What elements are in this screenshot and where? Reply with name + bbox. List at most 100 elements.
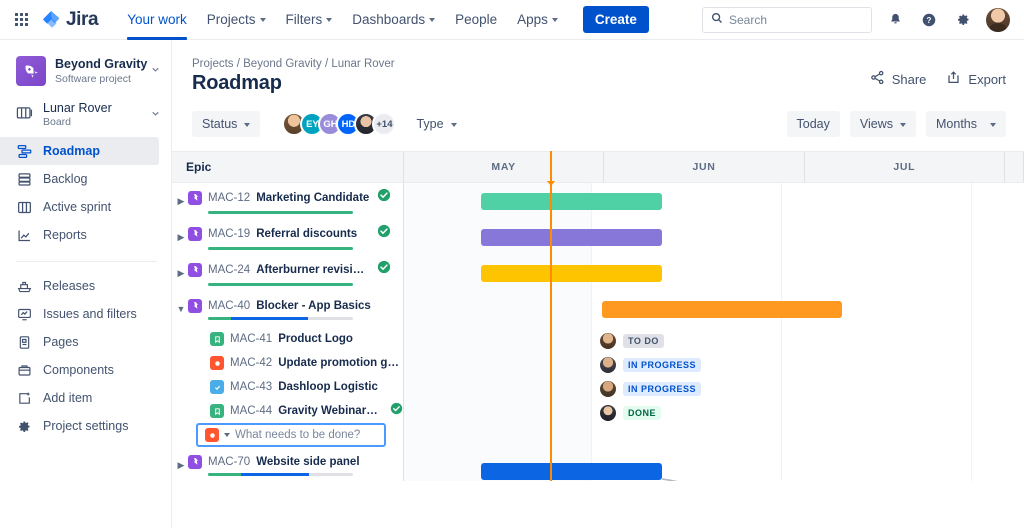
chevron-down-icon[interactable]	[150, 106, 161, 124]
sidebar-board-header[interactable]: Lunar Rover Board	[0, 94, 171, 135]
nav-item-filters[interactable]: Filters	[277, 0, 342, 40]
today-button[interactable]: Today	[786, 111, 840, 137]
nav-right-actions: ?	[702, 6, 1010, 33]
child-issue-row[interactable]: MAC-43 Dashloop Logistic	[172, 375, 403, 399]
child-issue-row[interactable]: MAC-41 Product Logo	[172, 327, 403, 351]
bug-icon[interactable]	[205, 428, 219, 442]
sidebar-nav-primary: Roadmap Backlog Active sprint Reports	[0, 137, 171, 249]
collapse-chevron-icon[interactable]: ▼	[174, 297, 188, 321]
timeline-bar-mac-12[interactable]	[481, 193, 662, 210]
create-button[interactable]: Create	[582, 6, 649, 33]
epic-row[interactable]: ▶ MAC-12 Marketing Candidate	[172, 183, 403, 219]
sidebar-board-name: Lunar Rover	[43, 101, 112, 115]
sidebar-item-releases[interactable]: Releases	[0, 272, 159, 300]
status-filter-button[interactable]: Status	[192, 111, 261, 137]
sidebar-item-label: Releases	[43, 279, 96, 294]
search-box[interactable]	[702, 6, 872, 33]
issues-filter-icon	[16, 306, 32, 322]
epic-icon	[188, 262, 202, 277]
sidebar-project-header[interactable]: Beyond Gravity Software project	[0, 52, 171, 90]
child-issue-row[interactable]: MAC-42 Update promotion groups	[172, 351, 403, 375]
jira-home-link[interactable]: Jira	[42, 9, 99, 31]
timescale-button[interactable]: Months	[926, 111, 1006, 137]
child-status-mac-41[interactable]: TO DO	[600, 333, 664, 349]
sidebar-item-add-item[interactable]: Add item	[0, 384, 159, 412]
views-button[interactable]: Views	[849, 111, 916, 137]
sidebar-item-label: Components	[43, 363, 114, 378]
share-button[interactable]: Share	[870, 70, 926, 88]
sidebar-item-issues-and-filters[interactable]: Issues and filters	[0, 300, 159, 328]
help-circle-icon[interactable]: ?	[918, 9, 940, 31]
expand-chevron-icon[interactable]: ▶	[174, 453, 188, 477]
child-issue-row[interactable]: MAC-44 Gravity Webinar Blog	[172, 399, 403, 423]
nav-item-people[interactable]: People	[446, 0, 506, 40]
nav-item-dashboards[interactable]: Dashboards	[343, 0, 444, 40]
child-status-mac-44[interactable]: DONE	[600, 405, 662, 421]
app-switcher-icon[interactable]	[10, 9, 32, 31]
sidebar-item-components[interactable]: Components	[0, 356, 159, 384]
components-icon	[16, 362, 32, 378]
chevron-down-icon[interactable]	[224, 433, 230, 437]
timeline-bar-mac-19[interactable]	[481, 229, 662, 246]
bug-icon	[210, 356, 224, 370]
chevron-down-icon	[429, 18, 436, 22]
epic-row[interactable]: ▶ MAC-19 Referral discounts	[172, 219, 403, 255]
issue-summary: Afterburner revision III	[256, 263, 371, 276]
avatar-initials: HD	[341, 118, 356, 130]
sidebar-item-project-settings[interactable]: Project settings	[0, 412, 159, 440]
assignee-avatar	[600, 381, 616, 397]
sidebar-item-active-sprint[interactable]: Active sprint	[0, 193, 159, 221]
sidebar-project-name: Beyond Gravity	[55, 57, 148, 72]
breadcrumb[interactable]: Projects / Beyond Gravity / Lunar Rover	[192, 58, 395, 70]
sidebar-item-reports[interactable]: Reports	[0, 221, 159, 249]
grid-column-jun	[592, 183, 782, 481]
timeline-chart-area[interactable]: TO DO IN PROGRESS IN PROGRESS DONE	[404, 151, 1024, 481]
sidebar-item-pages[interactable]: Pages	[0, 328, 159, 356]
issue-key: MAC-40	[208, 299, 251, 312]
epic-row[interactable]: ▶ MAC-24 Afterburner revision III	[172, 255, 403, 291]
project-sidebar: Beyond Gravity Software project Lunar Ro…	[0, 40, 172, 528]
main-content: Projects / Beyond Gravity / Lunar Rover …	[172, 40, 1024, 528]
sprint-board-icon	[16, 199, 32, 215]
sidebar-item-label: Roadmap	[43, 144, 100, 159]
timeline-bar-mac-70[interactable]	[481, 463, 662, 480]
bell-icon[interactable]	[884, 9, 906, 31]
issue-summary: Product Logo	[278, 333, 353, 345]
chevron-down-icon	[990, 122, 996, 127]
timeline-bar-mac-40[interactable]	[602, 301, 842, 318]
user-avatar[interactable]	[986, 7, 1010, 32]
expand-chevron-icon[interactable]: ▶	[174, 189, 188, 213]
chevron-down-icon[interactable]	[150, 62, 161, 80]
nav-item-your-work[interactable]: Your work	[118, 0, 196, 40]
nav-item-projects[interactable]: Projects	[198, 0, 275, 40]
search-input[interactable]	[729, 12, 863, 27]
sidebar-item-backlog[interactable]: Backlog	[0, 165, 159, 193]
sidebar-item-roadmap[interactable]: Roadmap	[0, 137, 159, 166]
avatar-overflow-count[interactable]: +14	[372, 112, 397, 136]
type-filter-label: Type	[416, 117, 444, 131]
issue-key: MAC-43	[230, 381, 273, 393]
inline-create-row[interactable]: What needs to be done?	[172, 423, 403, 447]
epic-row[interactable]: ▼ MAC-40 Blocker - App Basics	[172, 291, 403, 327]
task-icon	[210, 380, 224, 394]
export-button[interactable]: Export	[946, 70, 1006, 88]
issue-summary: Update promotion groups	[278, 357, 403, 369]
issue-summary: Gravity Webinar Blog	[278, 405, 378, 417]
timeline-bar-mac-24[interactable]	[481, 265, 662, 282]
type-filter-button[interactable]: Type	[406, 111, 466, 137]
status-filter-label: Status	[202, 117, 238, 131]
child-status-mac-43[interactable]: IN PROGRESS	[600, 381, 702, 397]
chevron-down-icon	[326, 18, 333, 22]
gear-icon[interactable]	[952, 9, 974, 31]
sidebar-board-type: Board	[43, 116, 72, 129]
primary-nav: Your work Projects Filters Dashboards Pe…	[118, 0, 649, 40]
nav-item-apps[interactable]: Apps	[508, 0, 567, 40]
expand-chevron-icon[interactable]: ▶	[174, 261, 188, 285]
nav-label: Your work	[127, 12, 187, 27]
child-status-mac-42[interactable]: IN PROGRESS	[600, 357, 702, 373]
epic-list-column: ▶ MAC-12 Marketing Candidate ▶ MAC-19 Re…	[172, 183, 404, 481]
epic-row[interactable]: ▶ MAC-70 Website side panel	[172, 447, 403, 481]
inline-create-input-wrapper[interactable]: What needs to be done?	[196, 423, 386, 447]
expand-chevron-icon[interactable]: ▶	[174, 225, 188, 249]
timeline-header: Epic MAY JUN JUL	[172, 151, 1024, 183]
